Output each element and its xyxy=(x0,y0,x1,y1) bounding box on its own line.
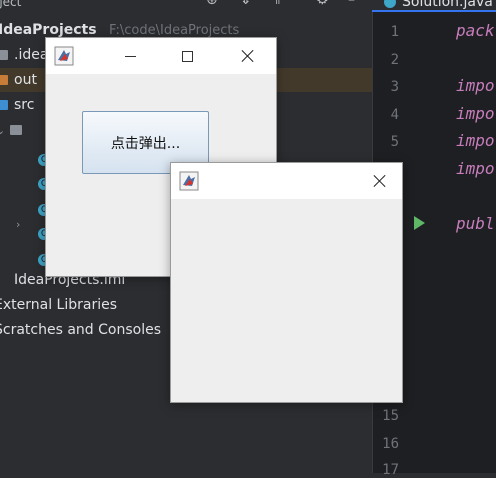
java-logo-icon xyxy=(54,46,74,66)
main-window-titlebar[interactable] xyxy=(46,38,276,74)
code-line: publ xyxy=(456,214,495,233)
popup-window-titlebar[interactable] xyxy=(171,163,402,199)
line-number: 16 xyxy=(382,436,399,452)
line-number: 4 xyxy=(390,107,399,123)
expand-all-icon[interactable]: ⇓ xyxy=(240,0,252,7)
folder-icon xyxy=(0,50,8,60)
folder-icon xyxy=(0,75,8,85)
project-view-dropdown[interactable]: oject xyxy=(0,0,21,8)
tree-root-name: IdeaProjects xyxy=(0,22,97,38)
line-number: 5 xyxy=(390,134,399,150)
minimize-button[interactable] xyxy=(108,38,152,74)
folder-icon xyxy=(0,100,8,110)
chevron-down-icon[interactable]: ⌄ xyxy=(0,119,10,143)
code-line: impo xyxy=(456,131,495,150)
code-line: impo xyxy=(456,76,495,95)
code-line: impo xyxy=(456,104,495,123)
popup-close-button[interactable] xyxy=(358,163,402,199)
java-class-icon xyxy=(384,0,396,8)
line-number: 15 xyxy=(382,408,399,424)
hide-panel-icon[interactable]: – xyxy=(348,0,355,7)
tree-root-path: F:\code\IdeaProjects xyxy=(109,23,240,38)
chevron-right-icon[interactable]: › xyxy=(16,218,30,231)
collapse-all-icon[interactable]: ⇑ xyxy=(272,0,284,7)
popup-content-pane xyxy=(171,199,402,402)
maximize-icon xyxy=(181,50,193,62)
close-button[interactable] xyxy=(226,38,270,74)
code-line: impo xyxy=(456,159,495,178)
close-icon xyxy=(241,49,255,63)
line-number: 3 xyxy=(390,79,399,95)
minimize-icon xyxy=(124,55,136,57)
line-number: 1 xyxy=(390,24,399,40)
locate-icon[interactable]: ⊕ xyxy=(206,0,218,7)
code-editor[interactable]: pack impo impo impo impo publ xyxy=(438,12,496,473)
code-line: pack xyxy=(456,21,495,40)
gear-icon[interactable]: ⚙ xyxy=(316,0,329,7)
editor-tab-solution[interactable]: Solution.java xyxy=(372,0,496,12)
line-number: 17 xyxy=(382,462,399,478)
run-gutter-icon[interactable] xyxy=(414,216,425,230)
close-icon xyxy=(373,174,387,188)
line-number: 2 xyxy=(390,52,399,68)
folder-icon xyxy=(10,125,22,135)
ide-toolbar: oject ⊕ ⇓ ⇑ ⚙ – xyxy=(0,0,372,12)
java-logo-icon xyxy=(179,171,199,191)
maximize-button[interactable] xyxy=(165,38,209,74)
popup-window xyxy=(170,162,403,403)
